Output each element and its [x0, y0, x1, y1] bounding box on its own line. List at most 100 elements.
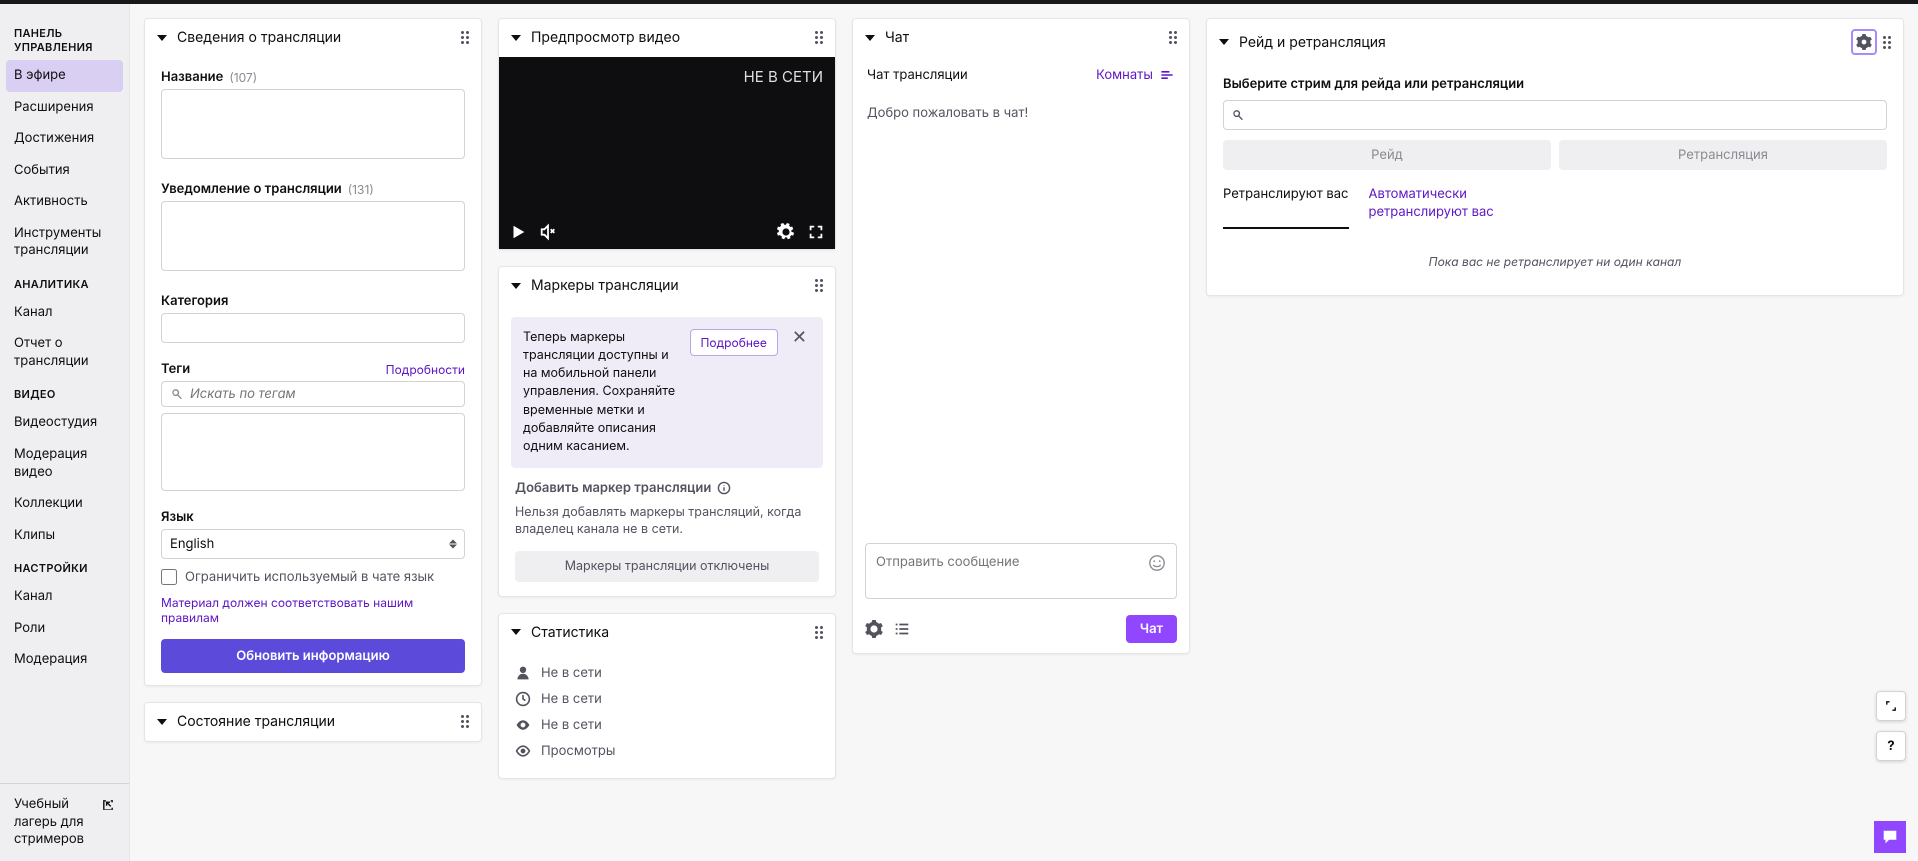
sidebar-item-events[interactable]: События — [0, 155, 129, 187]
sidebar-item-roles[interactable]: Роли — [0, 613, 129, 645]
sidebar-item-stream-report[interactable]: Отчет о трансляции — [0, 328, 129, 377]
sidebar-item-channel-analytics[interactable]: Канал — [0, 297, 129, 329]
limit-lang-label: Ограничить используемый в чате язык — [185, 569, 434, 585]
sidebar-item-video-studio[interactable]: Видеостудия — [0, 407, 129, 439]
search-icon — [1231, 108, 1245, 122]
collapse-caret-icon[interactable] — [511, 629, 521, 635]
gear-icon — [1856, 34, 1872, 50]
category-input[interactable] — [161, 313, 465, 343]
mute-icon[interactable] — [539, 223, 557, 241]
drag-handle-icon[interactable] — [1883, 36, 1891, 49]
tags-more-link[interactable]: Подробности — [386, 362, 465, 377]
drag-handle-icon[interactable] — [815, 279, 823, 292]
sidebar-item-activity[interactable]: Активность — [0, 186, 129, 218]
chat-input[interactable] — [876, 554, 1142, 570]
collapse-caret-icon[interactable] — [865, 35, 875, 41]
host-button[interactable]: Ретрансляция — [1559, 140, 1887, 170]
search-icon — [170, 387, 184, 401]
sidebar-item-live[interactable]: В эфире — [6, 60, 123, 92]
tags-search-input[interactable] — [190, 386, 456, 402]
title-label: Название — [161, 69, 223, 85]
settings-icon[interactable] — [777, 223, 795, 241]
external-link-icon — [101, 798, 115, 812]
drag-handle-icon[interactable] — [1169, 31, 1177, 44]
sidebar-item-stream-tools[interactable]: Инструменты трансляции — [0, 218, 129, 267]
sidebar-heading-dashboard: ПАНЕЛЬ УПРАВЛЕНИЯ — [0, 16, 129, 60]
video-player[interactable]: НЕ В СЕТИ — [499, 57, 835, 249]
raid-settings-button[interactable] — [1851, 29, 1877, 55]
chat-messages: Добро пожаловать в чат! — [853, 93, 1189, 533]
emoji-icon[interactable] — [1148, 554, 1166, 572]
expand-button[interactable] — [1876, 691, 1906, 721]
rooms-icon — [1159, 67, 1175, 83]
info-icon[interactable] — [717, 481, 731, 495]
whisper-button[interactable] — [1874, 821, 1906, 853]
tags-box[interactable] — [161, 413, 465, 491]
panel-stats: Статистика Не в сети Не в сети Не в сети… — [498, 613, 836, 779]
notify-input[interactable] — [161, 201, 465, 271]
panel-stream-health: Состояние трансляции — [144, 702, 482, 742]
collapse-caret-icon[interactable] — [157, 719, 167, 725]
drag-handle-icon[interactable] — [461, 715, 469, 728]
sidebar: ПАНЕЛЬ УПРАВЛЕНИЯ В эфире Расширения Дос… — [0, 4, 130, 861]
limit-lang-row[interactable]: Ограничить используемый в чате язык — [161, 569, 465, 585]
whisper-icon — [1881, 828, 1899, 846]
eye-icon — [515, 743, 531, 759]
collapse-caret-icon[interactable] — [1219, 39, 1229, 45]
panel-title: Сведения о трансляции — [177, 29, 451, 46]
chat-subtitle: Чат трансляции — [867, 67, 968, 83]
tab-hosting-you[interactable]: Ретранслируют вас — [1223, 186, 1349, 229]
tab-auto-hosting-you[interactable]: Автоматически ретранслируют вас — [1369, 186, 1519, 229]
viewer-list-icon[interactable] — [893, 620, 911, 638]
chat-input-box[interactable] — [865, 543, 1177, 599]
sidebar-heading-video: ВИДЕО — [0, 377, 129, 407]
notify-label: Уведомление о трансляции — [161, 181, 342, 197]
sidebar-item-collections[interactable]: Коллекции — [0, 488, 129, 520]
markers-desc: Нельзя добавлять маркеры трансляций, ког… — [515, 504, 819, 539]
collapse-caret-icon[interactable] — [511, 283, 521, 289]
panel-chat: Чат Чат трансляции Комнаты Добро пожалов… — [852, 18, 1190, 654]
sidebar-heading-analytics: АНАЛИТИКА — [0, 267, 129, 297]
offline-badge: НЕ В СЕТИ — [744, 67, 823, 86]
close-icon[interactable]: ✕ — [788, 329, 811, 347]
panel-title: Предпросмотр видео — [531, 29, 805, 46]
markers-more-button[interactable]: Подробнее — [690, 329, 778, 356]
stat-row: Не в сети — [515, 712, 819, 738]
tags-label: Теги — [161, 361, 190, 377]
drag-handle-icon[interactable] — [461, 31, 469, 44]
expand-icon — [1884, 699, 1898, 713]
panel-video-preview: Предпросмотр видео НЕ В СЕТИ — [498, 18, 836, 250]
sidebar-item-extensions[interactable]: Расширения — [0, 92, 129, 124]
sidebar-item-clips[interactable]: Клипы — [0, 520, 129, 552]
drag-handle-icon[interactable] — [815, 31, 823, 44]
raid-button[interactable]: Рейд — [1223, 140, 1551, 170]
help-button[interactable]: ? — [1876, 731, 1906, 761]
chat-settings-icon[interactable] — [865, 620, 883, 638]
raid-search-input[interactable] — [1223, 100, 1887, 130]
fullscreen-icon[interactable] — [807, 223, 825, 241]
tags-search[interactable] — [161, 381, 465, 407]
title-input[interactable] — [161, 89, 465, 159]
stat-row: Просмотры — [515, 738, 819, 764]
sidebar-heading-settings: НАСТРОЙКИ — [0, 551, 129, 581]
chat-send-button[interactable]: Чат — [1126, 615, 1177, 643]
sidebar-item-achievements[interactable]: Достижения — [0, 123, 129, 155]
sidebar-item-moderation[interactable]: Модерация — [0, 644, 129, 676]
chat-rooms-link[interactable]: Комнаты — [1096, 67, 1175, 83]
limit-lang-checkbox[interactable] — [161, 569, 177, 585]
lang-select[interactable]: English — [161, 529, 465, 559]
sidebar-footer-creator-camp[interactable]: Учебный лагерь для стримеров — [0, 783, 129, 861]
update-info-button[interactable]: Обновить информацию — [161, 639, 465, 673]
panel-title: Чат — [885, 29, 1159, 46]
collapse-caret-icon[interactable] — [157, 35, 167, 41]
play-icon[interactable] — [509, 223, 527, 241]
drag-handle-icon[interactable] — [815, 626, 823, 639]
notify-count: (131) — [348, 182, 374, 197]
collapse-caret-icon[interactable] — [511, 35, 521, 41]
sidebar-item-video-moderation[interactable]: Модерация видео — [0, 439, 129, 488]
raid-empty-text: Пока вас не ретранслирует ни один канал — [1223, 230, 1887, 279]
markers-banner-text: Теперь маркеры трансляции доступны и на … — [523, 329, 680, 456]
panel-title: Маркеры трансляции — [531, 277, 805, 294]
content-rules-link[interactable]: Материал должен соответствовать нашим пр… — [161, 595, 465, 625]
sidebar-item-channel-settings[interactable]: Канал — [0, 581, 129, 613]
